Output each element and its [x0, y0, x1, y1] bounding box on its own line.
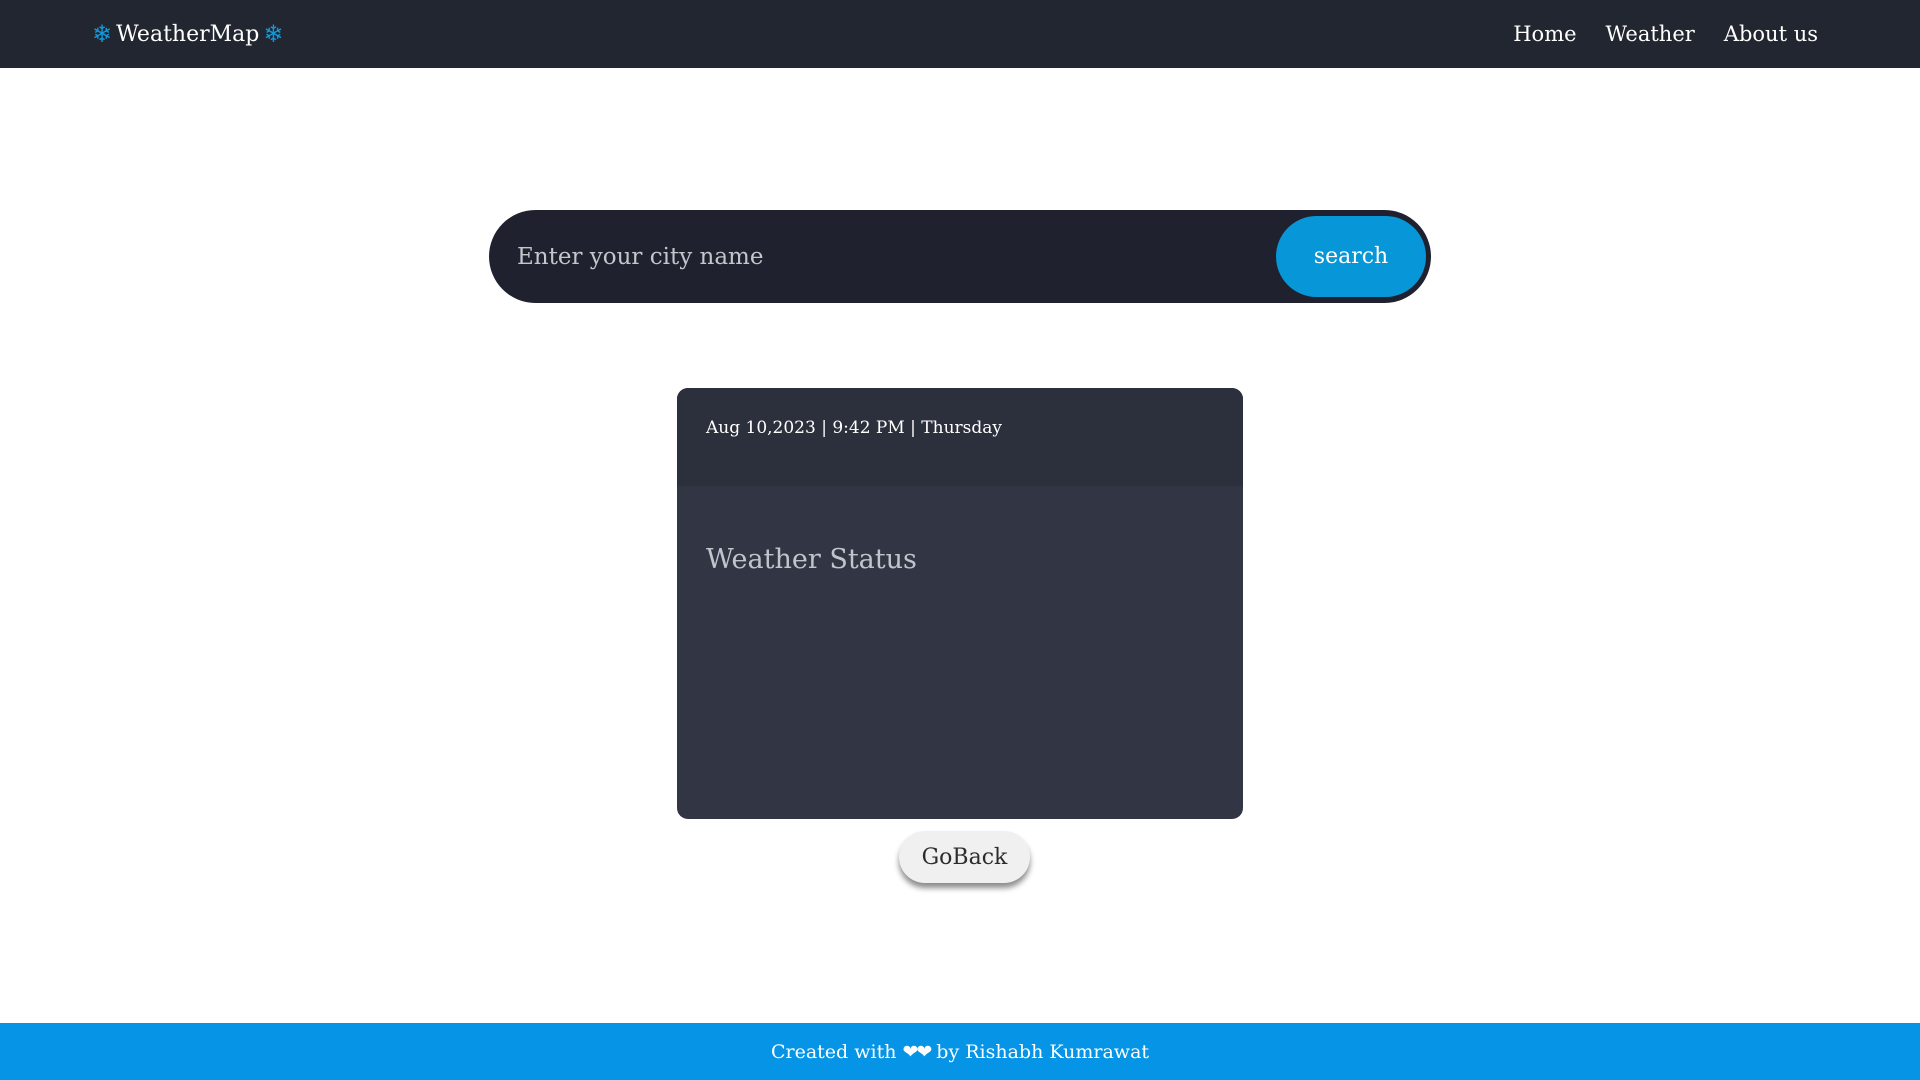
heart-icon: ❤❤	[902, 1040, 932, 1063]
search-button[interactable]: search	[1276, 216, 1426, 297]
nav-link-home[interactable]: Home	[1513, 22, 1576, 46]
nav-link-weather[interactable]: Weather	[1606, 22, 1695, 46]
brand-logo[interactable]: ❄ WeatherMap ❄	[92, 0, 283, 68]
weather-status-label: Weather Status	[706, 544, 917, 575]
go-back-button[interactable]: GoBack	[899, 831, 1030, 883]
snowflake-icon: ❄	[263, 20, 284, 48]
navbar: ❄ WeatherMap ❄ Home Weather About us	[0, 0, 1920, 68]
nav-links: Home Weather About us	[1513, 0, 1818, 68]
city-search-input[interactable]	[515, 230, 1235, 284]
weather-card: Aug 10,2023 | 9:42 PM | Thursday Weather…	[677, 388, 1243, 819]
footer-prefix: Created with	[770, 1040, 897, 1063]
snowflake-icon: ❄	[92, 20, 113, 48]
weather-card-header: Aug 10,2023 | 9:42 PM | Thursday	[677, 388, 1243, 486]
footer: Created with ❤❤ by Rishabh Kumrawat	[0, 1023, 1920, 1080]
nav-link-about-us[interactable]: About us	[1724, 22, 1818, 46]
date-time-label: Aug 10,2023 | 9:42 PM | Thursday	[706, 418, 1003, 438]
brand-label: WeatherMap	[116, 21, 260, 47]
footer-author: by Rishabh Kumrawat	[936, 1040, 1150, 1063]
search-bar: search	[489, 210, 1431, 303]
